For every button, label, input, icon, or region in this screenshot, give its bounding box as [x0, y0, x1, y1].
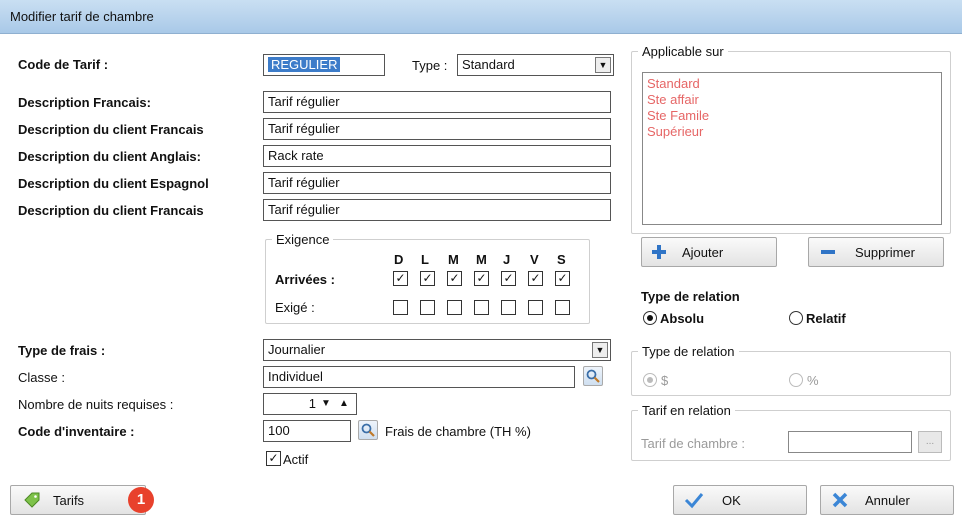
arrivees-checkbox-7[interactable]: ✓	[555, 271, 570, 286]
classe-search-button[interactable]	[583, 366, 603, 386]
desc-label-5: Description du client Francais	[18, 203, 204, 218]
tarif-chambre-field[interactable]	[788, 431, 912, 453]
list-item[interactable]: Ste Famile	[647, 108, 937, 124]
desc-field-3[interactable]: Rack rate	[263, 145, 611, 167]
check-icon	[684, 493, 704, 509]
desc-field-4[interactable]: Tarif régulier	[263, 172, 611, 194]
classe-label: Classe :	[18, 370, 65, 385]
notification-badge: 1	[128, 487, 154, 513]
absolu-label: Absolu	[660, 311, 705, 326]
stepper-down-icon[interactable]: ▼	[318, 396, 334, 412]
inventaire-field[interactable]: 100	[263, 420, 351, 442]
window-title-bar: Modifier tarif de chambre	[0, 0, 962, 34]
relation1-title: Type de relation	[641, 289, 740, 304]
actif-checkbox[interactable]: ✓	[266, 451, 281, 466]
exigence-legend: Exigence	[276, 232, 330, 247]
add-button-label: Ajouter	[682, 244, 724, 260]
tarifs-label: Tarifs	[53, 492, 85, 508]
arrivees-checkbox-6[interactable]: ✓	[528, 271, 543, 286]
arrivees-checkbox-3[interactable]: ✓	[447, 271, 462, 286]
desc-label-1: Description Francais:	[18, 95, 151, 110]
tarifs-button[interactable]: Tarifs	[10, 485, 146, 515]
percent-label: %	[807, 373, 819, 388]
arrivees-checkbox-2[interactable]: ✓	[420, 271, 435, 286]
relatif-label: Relatif	[806, 311, 846, 326]
tarif-relation-legend: Tarif en relation	[642, 403, 731, 418]
remove-button-label: Supprimer	[855, 244, 915, 260]
type-frais-value: Journalier	[268, 342, 326, 357]
desc-field-1[interactable]: Tarif régulier	[263, 91, 611, 113]
exige-checkbox-3[interactable]	[447, 300, 462, 315]
cancel-button[interactable]: Annuler	[820, 485, 954, 515]
type-value: Standard	[462, 57, 515, 72]
arrivees-label: Arrivées :	[275, 272, 335, 287]
arrivees-checkbox-1[interactable]: ✓	[393, 271, 408, 286]
search-icon	[361, 423, 375, 437]
exige-checkbox-5[interactable]	[501, 300, 516, 315]
add-button[interactable]: Ajouter	[641, 237, 777, 267]
type-frais-label: Type de frais :	[18, 343, 106, 358]
desc-label-3: Description du client Anglais:	[18, 149, 201, 164]
close-icon	[832, 492, 848, 508]
tag-icon	[24, 492, 40, 508]
minus-icon	[821, 250, 835, 254]
ok-button[interactable]: OK	[673, 485, 807, 515]
nuits-value: 1	[308, 396, 316, 411]
day-label-m2: M	[476, 252, 487, 267]
exige-checkbox-7[interactable]	[555, 300, 570, 315]
exige-checkbox-4[interactable]	[474, 300, 489, 315]
exige-label: Exigé :	[275, 300, 315, 315]
dollar-radio[interactable]	[643, 373, 657, 387]
tarif-chambre-label: Tarif de chambre :	[641, 436, 746, 451]
type-select[interactable]: Standard ▼	[457, 54, 614, 76]
cancel-label: Annuler	[865, 492, 910, 508]
chevron-down-icon[interactable]: ▼	[592, 342, 608, 358]
day-label-v: V	[530, 252, 539, 267]
ellipsis-button[interactable]: ...	[918, 431, 942, 453]
relatif-radio[interactable]	[789, 311, 803, 325]
type-frais-select[interactable]: Journalier ▼	[263, 339, 611, 361]
remove-button[interactable]: Supprimer	[808, 237, 944, 267]
inventaire-search-button[interactable]	[358, 420, 378, 440]
relation2-group: Type de relation	[631, 344, 951, 396]
dollar-label: $	[661, 373, 669, 388]
stepper-up-icon[interactable]: ▲	[336, 396, 352, 412]
frais-chambre-label: Frais de chambre (TH %)	[385, 424, 531, 439]
chevron-down-icon[interactable]: ▼	[595, 57, 611, 73]
desc-label-4: Description du client Espagnol	[18, 176, 209, 191]
window-title: Modifier tarif de chambre	[10, 9, 154, 24]
arrivees-checkbox-5[interactable]: ✓	[501, 271, 516, 286]
inventaire-label: Code d'inventaire :	[18, 424, 135, 439]
arrivees-checkbox-4[interactable]: ✓	[474, 271, 489, 286]
code-value: REGULIER	[268, 57, 341, 72]
applicable-list[interactable]: Standard Ste affair Ste Famile Supérieur	[642, 72, 942, 225]
list-item[interactable]: Supérieur	[647, 124, 937, 140]
exige-checkbox-1[interactable]	[393, 300, 408, 315]
code-field[interactable]: REGULIER	[263, 54, 385, 76]
day-label-m1: M	[448, 252, 459, 267]
day-label-j: J	[503, 252, 511, 267]
day-label-s: S	[557, 252, 566, 267]
ok-label: OK	[722, 492, 741, 508]
code-label: Code de Tarif :	[18, 57, 109, 72]
desc-label-2: Description du client Francais	[18, 122, 204, 137]
applicable-legend: Applicable sur	[642, 44, 724, 59]
absolu-radio[interactable]	[643, 311, 657, 325]
exige-checkbox-6[interactable]	[528, 300, 543, 315]
relation2-legend: Type de relation	[642, 344, 735, 359]
day-label-d: D	[394, 252, 404, 267]
type-label: Type :	[412, 58, 448, 73]
desc-field-5[interactable]: Tarif régulier	[263, 199, 611, 221]
day-label-l: L	[421, 252, 429, 267]
list-item[interactable]: Standard	[647, 76, 937, 92]
search-icon	[586, 369, 600, 383]
classe-field[interactable]: Individuel	[263, 366, 575, 388]
list-item[interactable]: Ste affair	[647, 92, 937, 108]
actif-label: Actif	[283, 452, 309, 467]
plus-icon	[652, 245, 666, 259]
nuits-label: Nombre de nuits requises :	[18, 397, 174, 412]
desc-field-2[interactable]: Tarif régulier	[263, 118, 611, 140]
percent-radio[interactable]	[789, 373, 803, 387]
exige-checkbox-2[interactable]	[420, 300, 435, 315]
